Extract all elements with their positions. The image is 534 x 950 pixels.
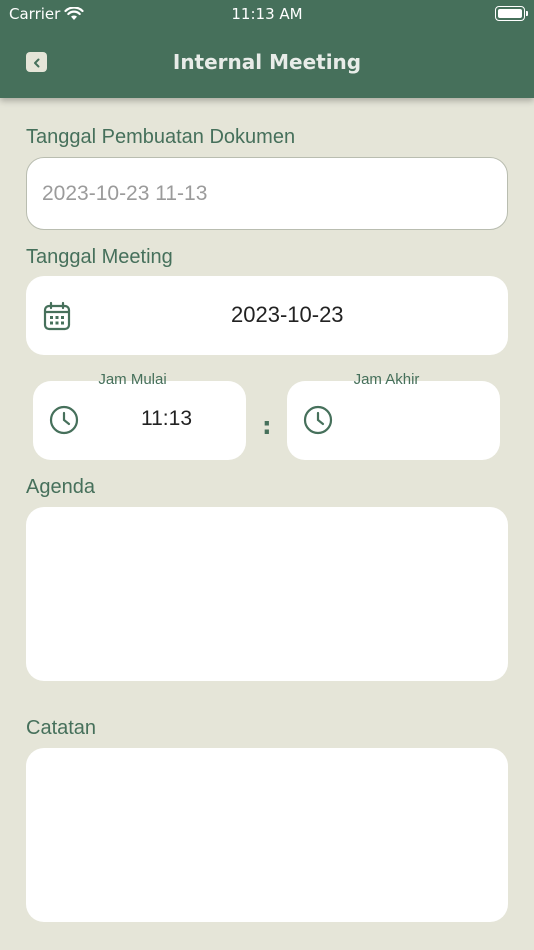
start-time-value: 11:13 bbox=[141, 407, 192, 430]
doc-date-field[interactable] bbox=[26, 157, 508, 230]
calendar-icon bbox=[43, 301, 71, 335]
status-time: 11:13 AM bbox=[231, 5, 303, 23]
time-separator: : bbox=[262, 412, 272, 440]
start-time-field[interactable]: 11:13 bbox=[33, 381, 246, 460]
end-time-field[interactable] bbox=[287, 381, 500, 460]
clock-icon bbox=[303, 405, 333, 439]
app-header: Carrier 11:13 AM Internal Meeting bbox=[0, 0, 534, 98]
doc-date-input[interactable] bbox=[42, 181, 507, 206]
clock-icon bbox=[49, 405, 79, 439]
end-time-label: Jam Akhir bbox=[353, 371, 420, 388]
doc-date-label: Tanggal Pembuatan Dokumen bbox=[26, 126, 296, 148]
battery-icon bbox=[495, 6, 528, 21]
meeting-date-value: 2023-10-23 bbox=[231, 302, 344, 327]
agenda-input[interactable] bbox=[26, 507, 508, 681]
meeting-date-field[interactable]: 2023-10-23 bbox=[26, 276, 508, 355]
meeting-date-label: Tanggal Meeting bbox=[26, 246, 173, 268]
page-title: Internal Meeting bbox=[172, 50, 362, 74]
notes-input[interactable] bbox=[26, 748, 508, 922]
start-time-label: Jam Mulai bbox=[98, 371, 167, 388]
agenda-label: Agenda bbox=[26, 476, 95, 498]
status-bar: Carrier 11:13 AM bbox=[0, 0, 534, 28]
notes-label: Catatan bbox=[26, 717, 97, 739]
